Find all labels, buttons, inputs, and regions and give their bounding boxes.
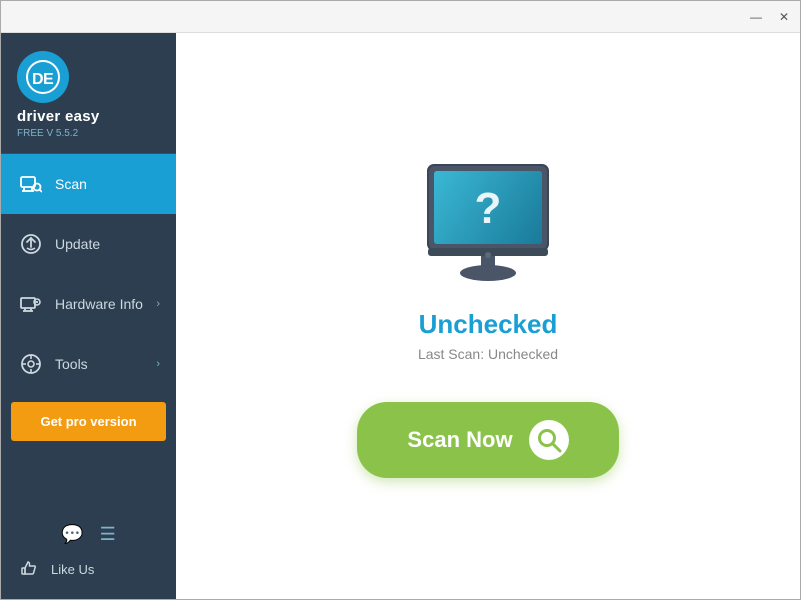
sidebar-item-hardware-info[interactable]: Hardware Info › bbox=[1, 274, 176, 334]
hardware-info-chevron-icon: › bbox=[156, 298, 160, 310]
sidebar-tools-label: Tools bbox=[55, 356, 156, 372]
thumbs-up-icon bbox=[17, 557, 41, 581]
update-icon bbox=[17, 230, 45, 258]
sidebar-item-tools[interactable]: Tools › bbox=[1, 334, 176, 394]
scan-search-icon bbox=[529, 420, 569, 460]
like-us-label: Like Us bbox=[51, 562, 94, 577]
hardware-info-icon bbox=[17, 290, 45, 318]
svg-text:E: E bbox=[43, 71, 54, 88]
scan-now-label: Scan Now bbox=[407, 427, 512, 453]
right-panel: ? Unchecked Last Scan: Unchecked Scan No… bbox=[176, 33, 800, 599]
monitor-illustration: ? bbox=[408, 155, 568, 285]
status-title: Unchecked bbox=[419, 309, 558, 340]
sidebar: D E driver easy FREE V 5.5.2 bbox=[1, 33, 176, 599]
sidebar-bottom: 💬 ☰ Like Us bbox=[1, 506, 176, 599]
title-bar-controls: — ✕ bbox=[748, 9, 792, 25]
scan-now-button[interactable]: Scan Now bbox=[357, 402, 618, 478]
sidebar-update-label: Update bbox=[55, 236, 160, 252]
tools-icon bbox=[17, 350, 45, 378]
sidebar-scan-label: Scan bbox=[55, 176, 160, 192]
chat-icon[interactable]: 💬 bbox=[61, 524, 83, 545]
sidebar-hardware-info-label: Hardware Info bbox=[55, 296, 156, 312]
like-us-item[interactable]: Like Us bbox=[1, 549, 176, 589]
sidebar-item-scan[interactable]: Scan bbox=[1, 154, 176, 214]
app-logo-icon: D E bbox=[17, 51, 69, 103]
svg-text:D: D bbox=[32, 71, 44, 88]
last-scan-text: Last Scan: Unchecked bbox=[418, 346, 558, 362]
tools-chevron-icon: › bbox=[156, 358, 160, 370]
title-bar: — ✕ bbox=[1, 1, 800, 33]
close-button[interactable]: ✕ bbox=[776, 9, 792, 25]
main-content: D E driver easy FREE V 5.5.2 bbox=[1, 33, 800, 599]
sidebar-item-update[interactable]: Update bbox=[1, 214, 176, 274]
app-version: FREE V 5.5.2 bbox=[17, 128, 78, 139]
app-name: driver easy bbox=[17, 109, 100, 126]
get-pro-button[interactable]: Get pro version bbox=[11, 402, 166, 441]
sidebar-bottom-icons: 💬 ☰ bbox=[1, 516, 176, 549]
app-window: — ✕ D E driver easy FREE V 5.5.2 bbox=[0, 0, 801, 600]
sidebar-logo: D E driver easy FREE V 5.5.2 bbox=[1, 33, 176, 154]
scan-icon bbox=[17, 170, 45, 198]
minimize-button[interactable]: — bbox=[748, 9, 764, 25]
svg-text:?: ? bbox=[475, 184, 502, 233]
list-icon[interactable]: ☰ bbox=[100, 524, 116, 545]
